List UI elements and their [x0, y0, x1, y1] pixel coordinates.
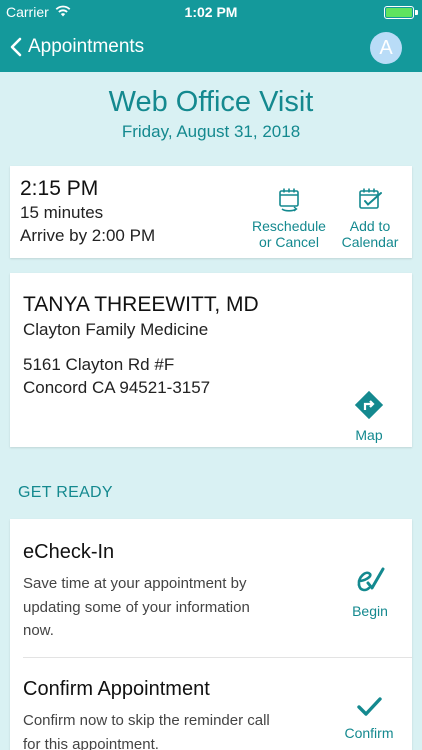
- add-to-calendar-button[interactable]: Add to Calendar: [336, 186, 404, 250]
- confirm-title: Confirm Appointment: [23, 678, 210, 700]
- provider-card: TANYA THREEWITT, MD Clayton Family Medic…: [10, 273, 412, 447]
- reschedule-button[interactable]: Reschedule or Cancel: [248, 186, 330, 250]
- chevron-left-icon: [10, 37, 22, 57]
- appointment-time: 2:15 PM: [20, 177, 99, 200]
- nav-bar: Appointments A: [0, 24, 422, 72]
- status-time: 1:02 PM: [184, 4, 238, 20]
- calendar-label-1: Add to: [349, 218, 391, 234]
- reschedule-label-1: Reschedule: [252, 218, 326, 234]
- echeckin-begin-button[interactable]: Begin: [344, 563, 396, 619]
- echeckin-description: Save time at your appointment by updatin…: [23, 575, 250, 639]
- begin-label: Begin: [352, 603, 388, 619]
- checkmark-icon: [357, 697, 382, 716]
- map-button[interactable]: Map: [344, 389, 394, 443]
- page-title: Web Office Visit: [108, 86, 314, 118]
- reschedule-label-2: or Cancel: [259, 234, 319, 250]
- confirm-description: Confirm now to skip the reminder call fo…: [23, 712, 270, 750]
- appointment-time-card: 2:15 PM 15 minutes Arrive by 2:00 PM Res…: [10, 166, 412, 258]
- visit-date: Friday, August 31, 2018: [121, 122, 301, 141]
- address-line-2: Concord CA 94521-3157: [23, 378, 211, 397]
- back-button[interactable]: Appointments: [10, 36, 144, 58]
- get-ready-heading: GET READY: [18, 484, 113, 501]
- get-ready-card: eCheck-In Save time at your appointment …: [10, 519, 412, 750]
- divider: [23, 657, 412, 658]
- confirm-button[interactable]: Confirm: [340, 695, 398, 741]
- address-line-1: 5161 Clayton Rd #F: [23, 355, 175, 374]
- directions-icon: [354, 390, 384, 420]
- battery-icon: [384, 6, 418, 19]
- echeckin-title: eCheck-In: [23, 541, 115, 563]
- calendar-label-2: Calendar: [341, 234, 399, 250]
- provider-name: TANYA THREEWITT, MD: [23, 293, 259, 316]
- arrive-by: Arrive by 2:00 PM: [20, 226, 156, 245]
- practice-name: Clayton Family Medicine: [23, 320, 209, 339]
- status-bar: Carrier 1:02 PM: [0, 0, 422, 24]
- echeckin-icon: [357, 567, 385, 592]
- appointment-duration: 15 minutes: [20, 203, 104, 222]
- calendar-reschedule-icon: [279, 188, 299, 212]
- map-label: Map: [355, 427, 383, 443]
- calendar-check-icon: [359, 188, 382, 209]
- avatar[interactable]: A: [370, 32, 402, 64]
- confirm-label: Confirm: [344, 725, 394, 741]
- back-label: Appointments: [28, 36, 145, 57]
